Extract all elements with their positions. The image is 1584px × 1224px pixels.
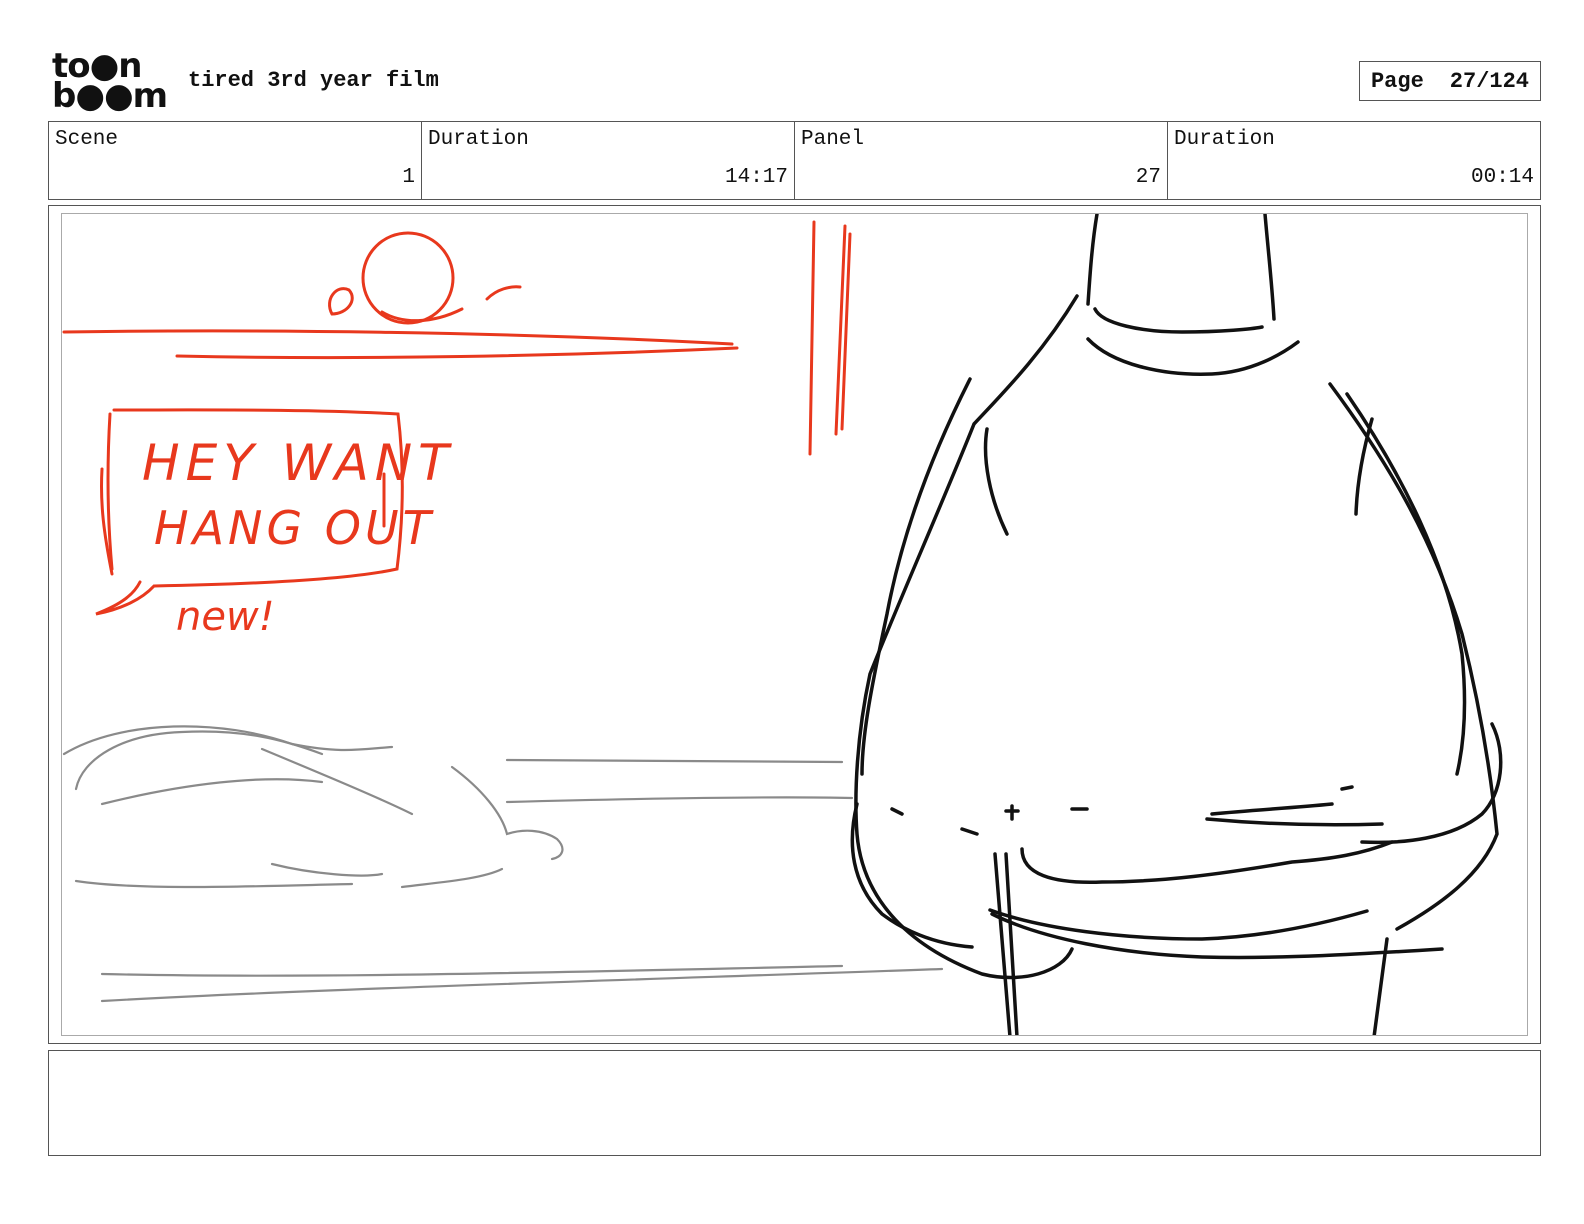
scene-cell: Scene 1 [49, 122, 422, 199]
panel-notes-box[interactable] [48, 1050, 1541, 1156]
scene-duration-label: Duration [428, 128, 529, 151]
film-title: tired 3rd year film [188, 68, 439, 93]
scene-label: Scene [55, 128, 119, 151]
character-figure-sketch [850, 214, 1503, 1035]
speech-bubble: HEY WANT HANG OUT new! [142, 434, 455, 640]
page-label: Page [1370, 68, 1424, 94]
panel-label: Panel [801, 128, 865, 151]
panel-duration-value: 00:14 [1470, 166, 1534, 189]
toonboom-logo: to●n b●●m [52, 49, 168, 116]
scene-duration-cell: Duration 14:17 [422, 122, 795, 199]
panel-cell: Panel 27 [795, 122, 1168, 199]
bubble-line-2: HANG OUT [154, 501, 435, 555]
panel-value: 27 [1135, 166, 1161, 189]
bubble-tail-text: new! [176, 594, 275, 640]
scene-value: 1 [402, 166, 415, 189]
panel-safe-area: HEY WANT HANG OUT new! [61, 213, 1528, 1036]
panel-duration-label: Duration [1174, 128, 1275, 151]
bubble-line-1: HEY WANT [142, 434, 455, 492]
panel-duration-cell: Duration 00:14 [1168, 122, 1540, 199]
scene-info-table: Scene 1 Duration 14:17 Panel 27 Duration… [48, 121, 1541, 200]
panel-sketch: HEY WANT HANG OUT new! [62, 214, 1503, 1035]
accent-sketch [62, 220, 852, 616]
scene-duration-value: 14:17 [724, 166, 788, 189]
page-value: 27/124 [1449, 68, 1530, 94]
page-indicator: Page 27/124 [1359, 61, 1541, 101]
background-rough-sketch [62, 725, 944, 1003]
storyboard-panel: HEY WANT HANG OUT new! [48, 205, 1541, 1044]
logo-line-2: b●●m [52, 76, 168, 116]
